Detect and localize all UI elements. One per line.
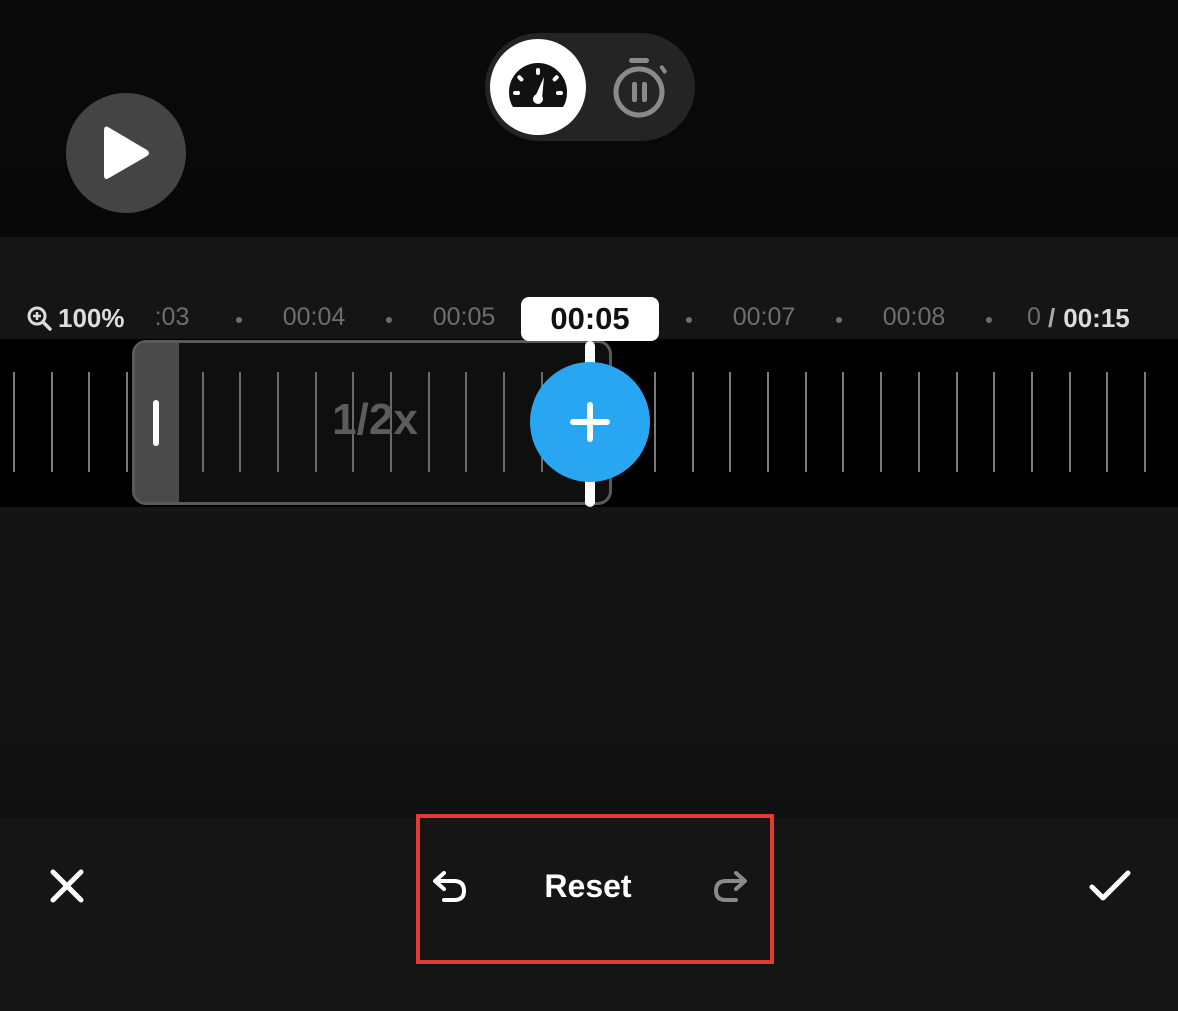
close-button[interactable] [36, 855, 98, 917]
stopwatch-pause-icon [613, 58, 667, 118]
undo-button[interactable] [424, 858, 476, 914]
timeline-tick-label: :03 [154, 303, 190, 331]
segment-trim-handle[interactable] [135, 343, 179, 502]
plus-icon [570, 402, 610, 442]
speed-mode-toggle [485, 33, 695, 141]
total-duration: / 00:15 [1040, 302, 1130, 334]
close-icon [50, 869, 84, 903]
play-button[interactable] [66, 93, 186, 213]
timeline-tick-dot [986, 317, 992, 323]
frame-separator [956, 372, 958, 472]
timeline-tick-dot [836, 317, 842, 323]
frame-separator [1031, 372, 1033, 472]
timeline-tick-label: 00:08 [882, 303, 946, 331]
undo-icon [433, 871, 467, 902]
redo-button[interactable] [704, 858, 756, 914]
frame-separator [805, 372, 807, 472]
frame-separator [842, 372, 844, 472]
segment-speed-label: 1/2x [332, 395, 418, 444]
speed-mode-button[interactable] [490, 39, 586, 135]
frame-separator [880, 372, 882, 472]
playhead-time-label: 00:05 [521, 297, 659, 341]
frame-separator [126, 372, 128, 472]
duration-separator: / [1048, 302, 1056, 333]
reset-button[interactable]: Reset [520, 862, 656, 910]
timeline-tick-dot [386, 317, 392, 323]
zoom-indicator[interactable]: 100% [26, 302, 129, 334]
frame-separator [729, 372, 731, 472]
frame-separator [51, 372, 53, 472]
add-segment-button[interactable] [530, 362, 650, 482]
checkmark-icon [1089, 870, 1131, 901]
frame-separator [918, 372, 920, 472]
frame-separator [13, 372, 15, 472]
frame-separator [692, 372, 694, 472]
zoom-in-icon [27, 306, 52, 331]
confirm-button[interactable] [1078, 855, 1142, 917]
frame-separator [767, 372, 769, 472]
redo-icon [713, 871, 747, 902]
frame-separator [654, 372, 656, 472]
timeline-tick-dot [236, 317, 242, 323]
frame-separator [1069, 372, 1071, 472]
zoom-level: 100% [58, 302, 125, 333]
frame-separator [88, 372, 90, 472]
play-icon [104, 126, 149, 179]
timeline-tick-label: 00:05 [432, 303, 496, 331]
frame-separator [993, 372, 995, 472]
speedometer-icon [509, 63, 567, 107]
timeline-tick-dot [686, 317, 692, 323]
handle-grip [153, 400, 159, 446]
frame-separator [1106, 372, 1108, 472]
frame-separator [1144, 372, 1146, 472]
timeline-tick-label: 00:07 [732, 303, 796, 331]
freeze-mode-button[interactable] [605, 53, 675, 123]
total-duration-value: 00:15 [1063, 302, 1130, 333]
timeline-tick-label: 00:04 [282, 303, 346, 331]
